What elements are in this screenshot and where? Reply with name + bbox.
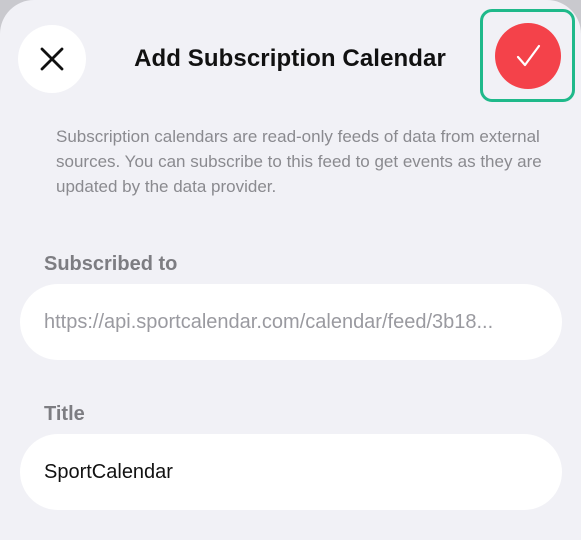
title-label: Title [44,403,85,425]
close-icon [40,47,64,71]
title-input[interactable] [44,460,538,484]
subscribed-to-label: Subscribed to [44,253,178,275]
close-button[interactable] [18,25,86,93]
title-field[interactable] [20,434,562,510]
checkmark-icon [516,44,540,66]
confirm-button[interactable] [494,22,561,89]
subscribed-url-field: https://api.sportcalendar.com/calendar/f… [20,284,562,360]
confirm-highlight [480,9,575,102]
subscription-sheet: Add Subscription Calendar Subscription c… [0,0,581,540]
subscribed-url-text: https://api.sportcalendar.com/calendar/f… [44,310,494,333]
page-title: Add Subscription Calendar [134,45,446,72]
sheet-header: Add Subscription Calendar [0,0,581,120]
description-text: Subscription calendars are read-only fee… [56,127,542,196]
